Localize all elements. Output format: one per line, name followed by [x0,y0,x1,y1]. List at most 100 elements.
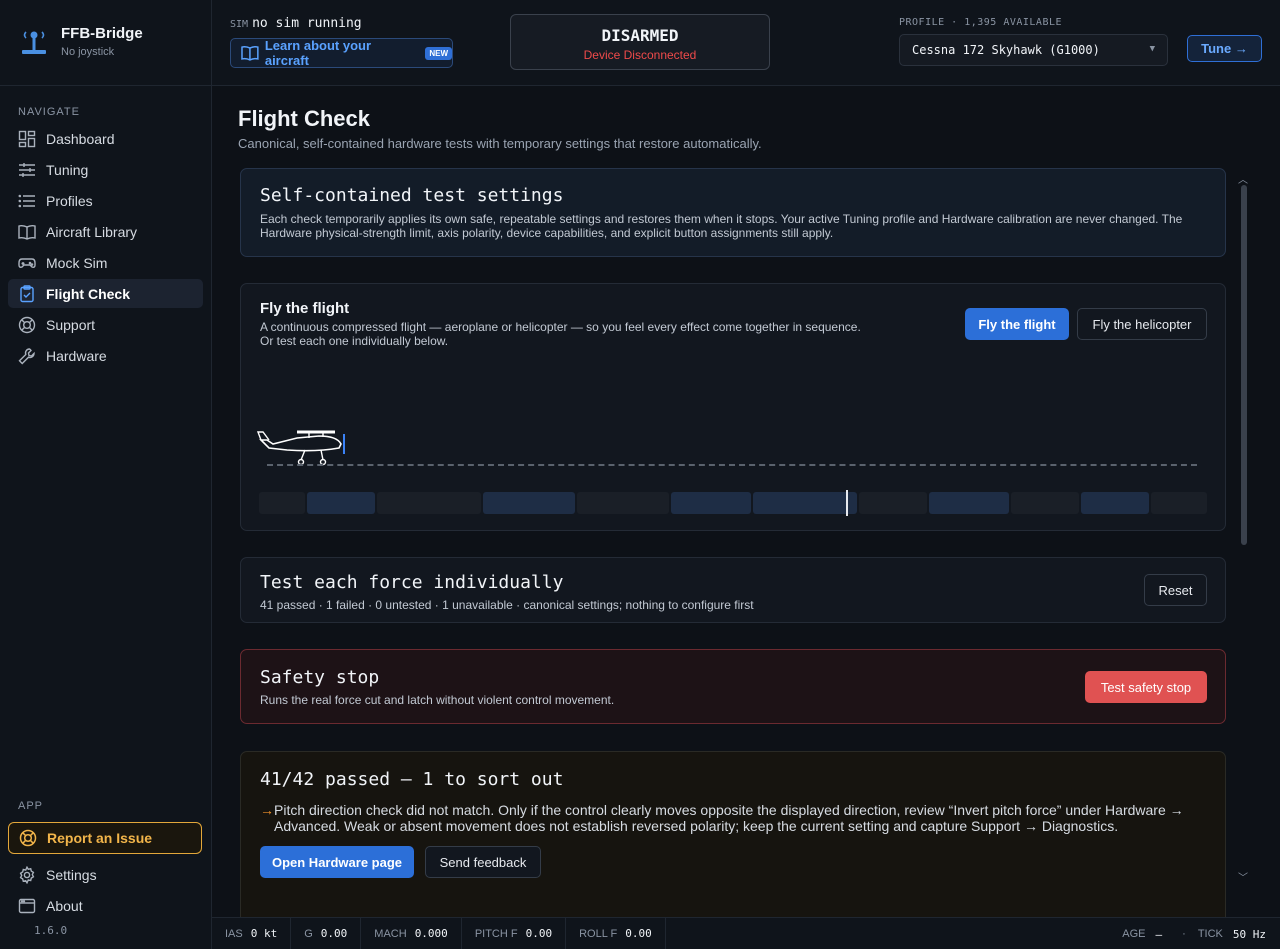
flight-timeline[interactable] [259,490,1207,516]
app-header: APP [18,800,44,812]
ias-label: IAS [225,927,243,940]
timeline-segment[interactable] [483,492,575,514]
timeline-segment[interactable] [929,492,1009,514]
sidebar-item-label: Settings [46,866,97,883]
sidebar-item-tuning[interactable]: Tuning [8,155,203,184]
timeline-segment[interactable] [307,492,375,514]
timeline-segment[interactable] [753,492,857,514]
sidebar-item-dashboard[interactable]: Dashboard [8,124,203,153]
safety-stop-card: Safety stop Runs the real force cut and … [240,649,1226,724]
sidebar-item-support[interactable]: Support [8,310,203,339]
stat-roll-force: ROLL F 0.00 [566,917,666,949]
sidebar-item-hardware[interactable]: Hardware [8,341,203,370]
book-icon [241,45,259,61]
sidebar-item-flight-check[interactable]: Flight Check [8,279,203,308]
app-version: 1.6.0 [34,924,68,937]
learn-aircraft-button[interactable]: Learn about your aircraft NEW [230,38,453,68]
sim-status-line: SIM no sim running [230,16,362,31]
stat-g: G 0.00 [291,917,362,949]
brand: FFB-Bridge No joystick [0,0,211,86]
sim-tag: SIM [230,19,249,30]
gear-icon [19,865,35,884]
sidebar-item-label: Mock Sim [46,254,108,271]
timeline-segment[interactable] [1151,492,1207,514]
sidebar-item-settings[interactable]: Settings [8,860,203,889]
g-value: 0.00 [320,927,348,940]
report-issue-button[interactable]: Report an Issue [8,822,202,854]
scroll-down-icon[interactable]: ﹀ [1238,869,1248,884]
book-icon [18,224,36,240]
stat-ias: IAS 0 kt [212,917,292,949]
tick-value: 50 Hz [1232,927,1266,941]
app-list: Settings About [8,860,203,922]
dashboard-icon [18,130,36,147]
result-message-row: → Pitch direction check did not match. O… [260,802,1206,834]
ias-value: 0 kt [250,927,278,940]
timeline-playhead[interactable] [846,490,848,516]
reset-button[interactable]: Reset [1144,574,1207,606]
g-label: G [304,927,313,940]
sidebar-item-label: Dashboard [46,130,115,147]
fly-the-flight-card: Fly the flight A continuous compressed f… [240,283,1226,531]
profile-select[interactable]: Cessna 172 Skyhawk (G1000) ▼ [899,34,1168,66]
scrollbar-thumb[interactable] [1241,185,1247,545]
sliders-icon [19,162,35,177]
settings-card-title: Self-contained test settings [260,185,564,206]
top-header: SIM no sim running Learn about your aircr… [212,0,1280,86]
timeline-segment[interactable] [259,492,305,514]
timeline-segment[interactable] [859,492,927,514]
rollf-label: ROLL F [579,927,618,940]
timeline-segment[interactable] [1011,492,1079,514]
status-bar: IAS 0 kt G 0.00 MACH 0.000 PITCH F 0.00 ROLL… [212,917,1280,949]
test-safety-stop-button[interactable]: Test safety stop [1085,671,1207,703]
learn-aircraft-label: Learn about your aircraft [264,38,372,68]
tick-label: TICK [1197,928,1223,940]
lifebuoy-icon [19,829,37,847]
sidebar-item-label: Support [46,316,96,333]
sidebar-item-profiles[interactable]: Profiles [8,186,203,215]
test-card-title: Test each force individually [260,572,564,593]
result-card-title: 41/42 passed — 1 to sort out [260,769,564,790]
sidebar-item-label: About [46,897,83,914]
sidebar-item-label: Profiles [46,192,93,209]
stat-mach: MACH 0.000 [361,917,462,949]
joystick-status: No joystick [61,46,115,58]
result-message: Pitch direction check did not match. Onl… [274,802,1184,834]
scroll-up-icon[interactable]: ︿ [1238,171,1248,186]
settings-card-text: Each check temporarily applies its own s… [260,212,1183,240]
timeline-segment[interactable] [377,492,481,514]
open-hardware-button[interactable]: Open Hardware page [260,846,414,878]
timeline-segment[interactable] [1081,492,1149,514]
mach-value: 0.000 [414,927,448,940]
new-badge: NEW [425,46,452,60]
app-name: FFB-Bridge [61,25,143,42]
test-card-summary: 41 passed · 1 failed · 0 untested · 1 un… [260,598,754,612]
timeline-segment[interactable] [577,492,669,514]
status-right: AGE — · TICK 50 Hz [1116,918,1280,949]
age-value: — [1155,927,1163,941]
wrench-icon [18,347,35,364]
self-contained-settings-card: Self-contained test settings Each check … [240,168,1226,257]
sidebar-item-label: Aircraft Library [46,223,138,240]
report-issue-label: Report an Issue [47,830,153,846]
status-separator: · [1182,928,1186,940]
tune-button[interactable]: Tune → [1187,35,1262,62]
profile-label: PROFILE · 1,395 AVAILABLE [899,17,1063,28]
sidebar-item-aircraft-library[interactable]: Aircraft Library [8,217,203,246]
sim-status: no sim running [252,16,362,31]
fly-flight-button[interactable]: Fly the flight [965,308,1069,340]
navigate-header: NAVIGATE [18,106,80,118]
runway-line [267,464,1197,466]
pitchf-label: PITCH F [474,927,518,940]
rollf-value: 0.00 [625,927,652,940]
sidebar-item-mock-sim[interactable]: Mock Sim [8,248,203,277]
chevron-down-icon: ▼ [1149,44,1155,54]
sidebar-item-label: Tuning [46,161,89,178]
fly-helicopter-button[interactable]: Fly the helicopter [1077,308,1207,340]
timeline-segment[interactable] [671,492,751,514]
sidebar-item-label: Flight Check [46,285,131,302]
sidebar-item-label: Hardware [46,347,107,364]
sidebar-item-about[interactable]: About [8,891,203,920]
send-feedback-button[interactable]: Send feedback [425,846,541,878]
stat-pitch-force: PITCH F 0.00 [462,917,567,949]
